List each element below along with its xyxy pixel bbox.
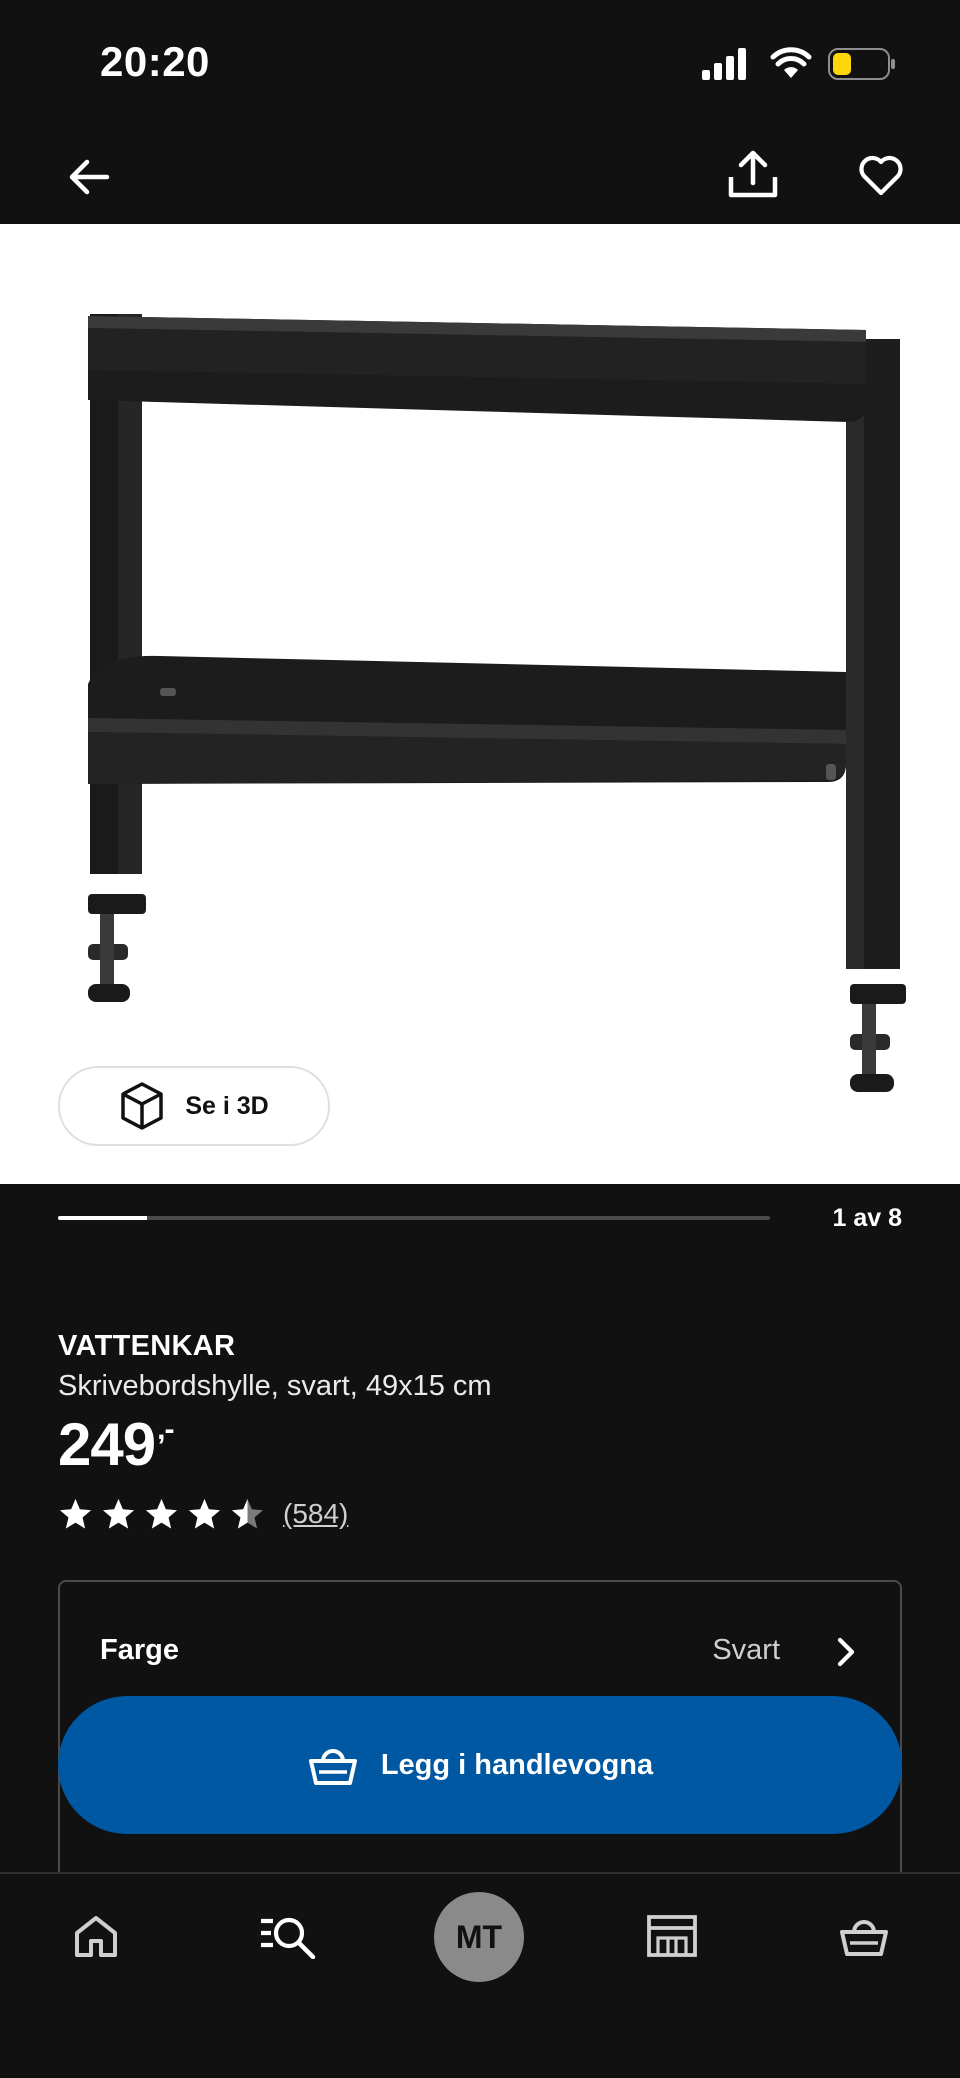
view-3d-button[interactable]: Se i 3D: [58, 1066, 330, 1146]
basket-icon: [840, 1920, 888, 1956]
heart-icon: [859, 155, 903, 196]
add-to-cart-button[interactable]: Legg i handlevogna: [58, 1696, 902, 1834]
color-value: Svart: [712, 1634, 780, 1666]
status-bar: 20:20: [0, 0, 960, 130]
gallery-progress-bar: [58, 1216, 770, 1220]
nav-search[interactable]: [228, 1874, 348, 1998]
status-time: 20:20: [100, 38, 210, 85]
product-gallery[interactable]: Se i 3D: [0, 224, 960, 1184]
review-count-link[interactable]: (584): [283, 1498, 348, 1530]
home-icon: [75, 1916, 117, 1957]
cube-icon: [121, 1082, 164, 1130]
product-description: Skrivebordshylle, svart, 49x15 cm: [58, 1370, 492, 1402]
product-image: [88, 314, 906, 1092]
arrow-left-icon: [69, 159, 110, 195]
nav-home[interactable]: [36, 1874, 156, 1998]
star-icon: [189, 1498, 220, 1528]
price-suffix: ,-: [157, 1413, 174, 1446]
nav-profile-avatar[interactable]: MT: [434, 1892, 524, 1982]
nav-header: [0, 130, 960, 224]
chevron-right-icon: [837, 1637, 855, 1667]
star-icon: [146, 1498, 177, 1528]
nav-stores[interactable]: [612, 1874, 732, 1998]
rating-stars: [58, 1497, 265, 1532]
product-name: VATTENKAR: [58, 1330, 236, 1362]
view-3d-label: Se i 3D: [185, 1091, 269, 1120]
back-button[interactable]: [58, 146, 120, 208]
bottom-navigation: MT: [0, 1872, 960, 2078]
home-indicator: [330, 2056, 630, 2066]
share-icon: [728, 150, 778, 198]
star-icon: [103, 1498, 134, 1528]
signal-icon: [702, 48, 746, 80]
search-list-icon: [261, 1917, 316, 1959]
favorite-button[interactable]: [850, 144, 912, 206]
avatar-initials: MT: [455, 1918, 503, 1955]
product-rating[interactable]: (584): [58, 1494, 348, 1534]
add-to-cart-label: Legg i handlevogna: [380, 1748, 654, 1781]
price-value: 249: [58, 1411, 156, 1478]
wifi-icon: [770, 47, 812, 78]
product-price: 249,-: [58, 1410, 174, 1479]
store-icon: [647, 1915, 697, 1957]
gallery-progress-fill: [58, 1216, 147, 1220]
share-button[interactable]: [722, 142, 784, 208]
battery-icon: [828, 48, 895, 80]
star-icon: [232, 1498, 263, 1528]
gallery-counter: 1 av 8: [832, 1204, 902, 1232]
color-label: Farge: [100, 1634, 179, 1666]
nav-cart[interactable]: [804, 1874, 924, 1998]
star-icon: [60, 1498, 91, 1528]
basket-icon: [308, 1749, 357, 1785]
